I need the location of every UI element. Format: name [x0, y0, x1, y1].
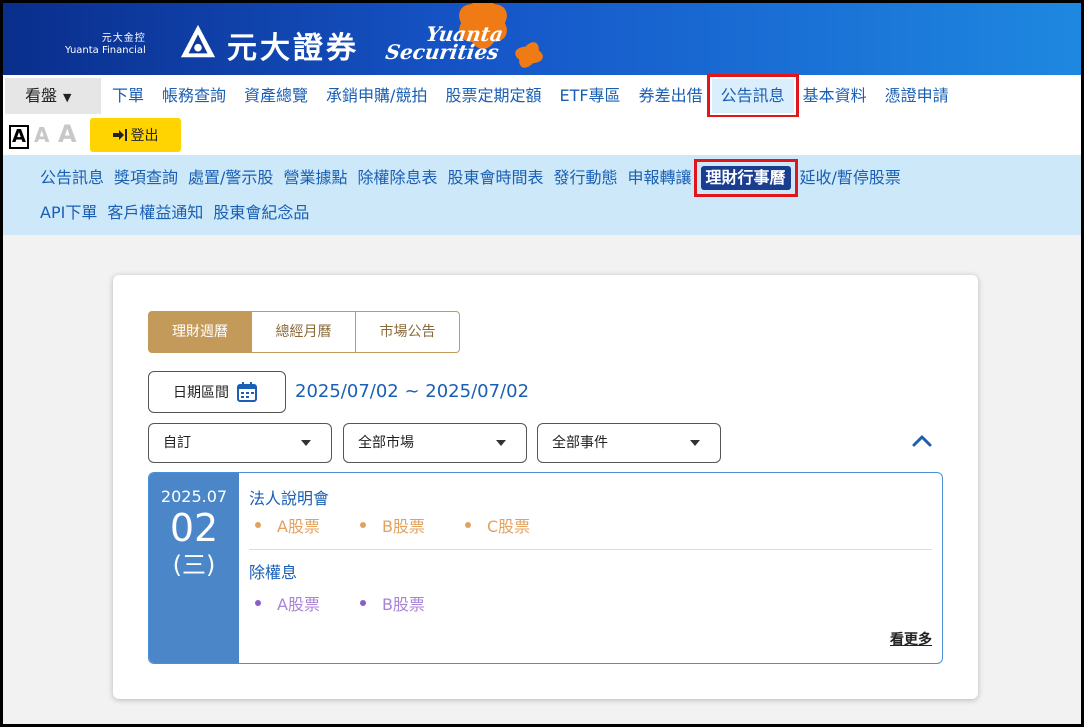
logout-button[interactable]: 登出: [90, 118, 181, 152]
tab-weekly-calendar[interactable]: 理財週曆: [148, 311, 252, 353]
sub-item-disposal-warning[interactable]: 處置/警示股: [183, 164, 278, 192]
nav-item-underwriting[interactable]: 承銷申購/競拍: [317, 79, 436, 113]
nav-item-etf[interactable]: ETF專區: [550, 79, 629, 113]
group-logo-text: 元大金控 Yuanta Financial: [65, 33, 146, 57]
caret-down-icon: ▼: [63, 91, 72, 104]
brand-title[interactable]: 元大證券: [227, 23, 359, 67]
group-name-zh: 元大金控: [101, 33, 146, 44]
nav-item-account-query[interactable]: 帳務查詢: [153, 79, 235, 113]
nav-item-basic-info[interactable]: 基本資料: [794, 79, 876, 113]
chevron-up-icon[interactable]: [911, 431, 933, 451]
sub-item-branches[interactable]: 營業據點: [278, 164, 352, 192]
top-nav: 看盤 ▼ 下單 帳務查詢 資產總覽 承銷申購/競拍 股票定期定額 ETF專區 券差…: [3, 74, 1081, 118]
bullet-dot-icon: [255, 600, 261, 606]
nav-item-quotes[interactable]: 看盤 ▼: [5, 78, 101, 114]
date-range-text: 2025/07/02 ~ 2025/07/02: [295, 381, 530, 402]
brand-title-en: Yuanta Securities: [384, 22, 505, 64]
event-weekday: (三): [172, 551, 216, 579]
divider: [249, 549, 932, 550]
bullet-dot-icon: [359, 522, 366, 528]
sign-out-icon: [112, 129, 127, 141]
page-frame: 元大金控 Yuanta Financial 元大證券 Yuanta Securi…: [0, 0, 1084, 727]
event-item-label: B股票: [381, 595, 425, 614]
font-size-large-button[interactable]: A: [58, 120, 77, 148]
font-size-small-button[interactable]: A: [9, 125, 29, 149]
event-item-label: A股票: [277, 595, 320, 614]
nav-item-certificate[interactable]: 憑證申請: [876, 79, 958, 113]
nav-item-asset-overview[interactable]: 資產總覽: [235, 79, 317, 113]
sub-item-awards[interactable]: 獎項查詢: [109, 164, 183, 192]
sub-item-transfer-report[interactable]: 申報轉讓: [623, 164, 692, 192]
calendar-tabs: 理財週曆 總經月曆 市場公告: [148, 311, 460, 353]
event-item[interactable]: A股票: [255, 513, 320, 537]
nav-item-order[interactable]: 下單: [103, 79, 153, 113]
date-range-button[interactable]: 日期區間: [148, 371, 286, 413]
calendar-icon: [237, 382, 257, 402]
sub-item-financial-calendar[interactable]: 理財行事曆: [700, 166, 791, 190]
event-item[interactable]: B股票: [359, 513, 425, 537]
tool-row: A A A 登出: [3, 117, 1081, 155]
sub-item-announcements[interactable]: 公告訊息: [35, 164, 109, 192]
sub-item-customer-rights[interactable]: 客戶權益通知: [102, 199, 208, 227]
dropdown-arrow-icon: [496, 440, 506, 446]
sub-item-financial-calendar-highlight: 理財行事曆: [693, 159, 798, 197]
bullet-dot-icon: [359, 600, 366, 606]
date-range-label: 日期區間: [173, 385, 229, 401]
bullet-dot-icon: [255, 522, 261, 528]
tab-macro-monthly[interactable]: 總經月曆: [252, 311, 356, 353]
market-select[interactable]: 全部市場: [343, 423, 527, 463]
sub-item-dividend-table[interactable]: 除權除息表: [352, 164, 442, 192]
event-item-label: C股票: [486, 517, 531, 536]
event-date-block: 2025.07 02 (三): [149, 473, 239, 663]
sub-item-api-order[interactable]: API下單: [35, 199, 102, 227]
event-item[interactable]: C股票: [464, 513, 531, 537]
event-day-card: 2025.07 02 (三) 法人說明會 A股票 B股票 C股票 除權息 A股票…: [148, 472, 943, 664]
sub-nav: 公告訊息 獎項查詢 處置/警示股 營業據點 除權除息表 股東會時間表 發行動態 …: [3, 155, 1081, 235]
calendar-card: 理財週曆 總經月曆 市場公告 日期區間 2025/07/02 ~ 2025/07…: [113, 275, 978, 699]
period-select-value: 自訂: [163, 435, 191, 451]
period-select[interactable]: 自訂: [148, 423, 332, 463]
event-body: 法人說明會 A股票 B股票 C股票 除權息 A股票 B股票 看更多: [249, 473, 932, 663]
sub-nav-row-1: 公告訊息 獎項查詢 處置/警示股 營業據點 除權除息表 股東會時間表 發行動態 …: [35, 159, 906, 197]
event-day: 02: [169, 506, 219, 550]
nav-item-announcements[interactable]: 公告訊息: [706, 74, 799, 118]
event-group-title: 除權息: [249, 563, 298, 582]
header-banner: 元大金控 Yuanta Financial 元大證券 Yuanta Securi…: [3, 3, 1081, 75]
dropdown-arrow-icon: [301, 440, 311, 446]
nav-item-label: 看盤: [25, 86, 58, 105]
logout-label: 登出: [130, 128, 159, 144]
nav-item-regular-investment[interactable]: 股票定期定額: [436, 79, 550, 113]
event-type-select[interactable]: 全部事件: [537, 423, 721, 463]
event-group-items: A股票 B股票: [255, 591, 465, 615]
font-size-medium-button[interactable]: A: [34, 123, 49, 147]
market-select-value: 全部市場: [358, 435, 414, 451]
yuanta-emblem-icon: [180, 24, 216, 58]
sub-item-suspended-stocks[interactable]: 延收/暫停股票: [800, 164, 906, 192]
event-item[interactable]: A股票: [255, 591, 320, 615]
event-group-title: 法人說明會: [249, 489, 330, 508]
sub-nav-row-2: API下單 客戶權益通知 股東會紀念品: [35, 199, 314, 227]
sub-item-shareholder-meetings[interactable]: 股東會時間表: [442, 164, 548, 192]
nav-item-securities-lending[interactable]: 券差出借: [630, 79, 712, 113]
see-more-link[interactable]: 看更多: [890, 629, 932, 649]
event-year-month: 2025.07: [160, 487, 228, 506]
event-item-label: A股票: [277, 517, 320, 536]
event-item[interactable]: B股票: [359, 591, 425, 615]
sub-item-issuance[interactable]: 發行動態: [548, 164, 622, 192]
event-group-items: A股票 B股票 C股票: [255, 513, 570, 537]
event-item-label: B股票: [381, 517, 425, 536]
group-name-en: Yuanta Financial: [65, 45, 146, 56]
bullet-dot-icon: [464, 522, 471, 528]
tab-market-announcements[interactable]: 市場公告: [356, 311, 460, 353]
dropdown-arrow-icon: [690, 440, 700, 446]
brand-title-en-line2: Securities: [384, 40, 501, 64]
event-type-select-value: 全部事件: [552, 435, 608, 451]
sub-item-meeting-gifts[interactable]: 股東會紀念品: [208, 199, 314, 227]
